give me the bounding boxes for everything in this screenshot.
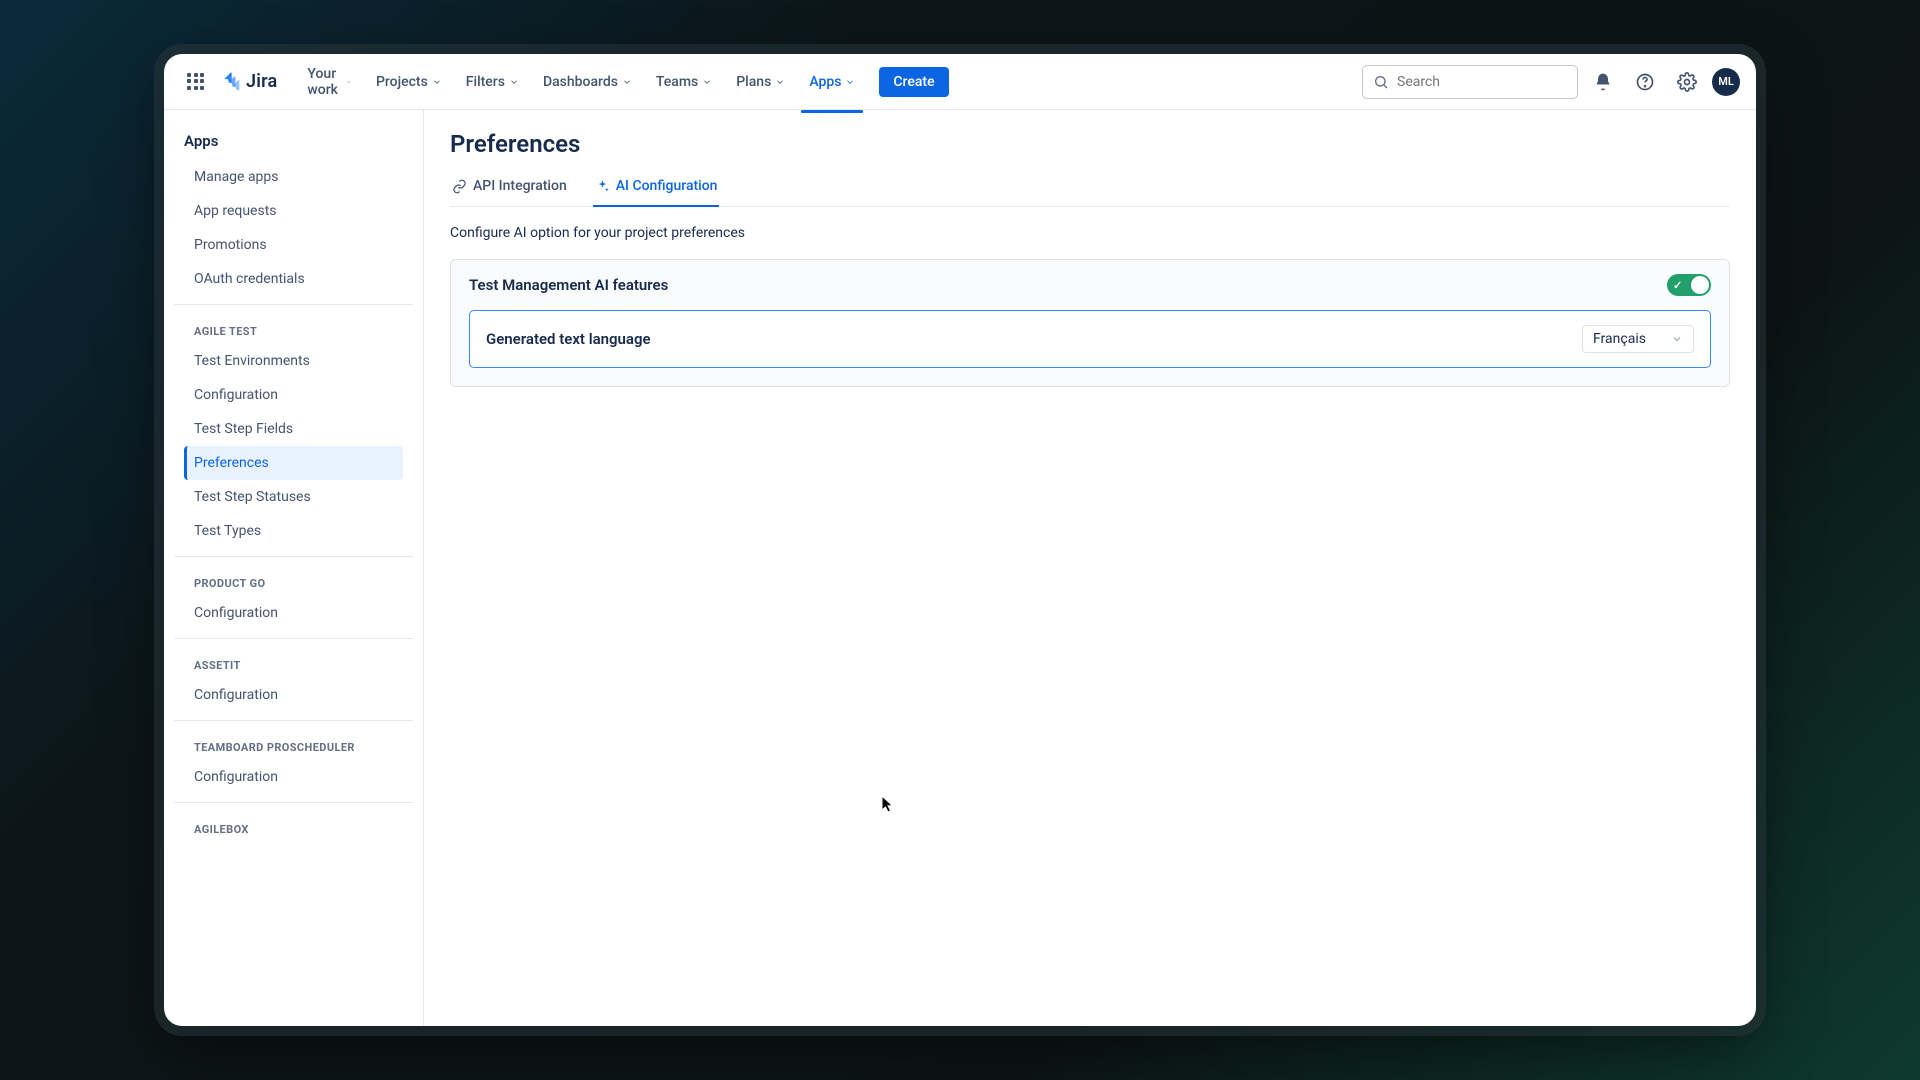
bell-icon — [1593, 72, 1613, 92]
nav-projects[interactable]: Projects — [366, 68, 452, 96]
chevron-down-icon — [509, 77, 519, 87]
sidebar-section: TEAMBOARD PROSCHEDULERConfiguration — [174, 731, 413, 803]
notifications-button[interactable] — [1586, 65, 1620, 99]
main-content: Preferences API Integration AI Configurat… — [424, 110, 1756, 1026]
create-button[interactable]: Create — [879, 67, 948, 97]
sidebar-heading: ASSETIT — [184, 649, 403, 678]
chevron-down-icon — [702, 77, 712, 87]
search-icon — [1373, 74, 1389, 90]
settings-button[interactable] — [1670, 65, 1704, 99]
jira-wordmark: Jira — [246, 71, 277, 92]
nav-your-work[interactable]: Your work — [297, 60, 362, 104]
sidebar-item-configuration[interactable]: Configuration — [184, 596, 403, 630]
sparkle-icon — [595, 179, 610, 194]
sidebar-section: ASSETITConfiguration — [174, 649, 413, 721]
sidebar-heading: AGILEBOX — [184, 813, 403, 842]
tab-ai-configuration[interactable]: AI Configuration — [593, 170, 720, 206]
sidebar-heading: TEAMBOARD PROSCHEDULER — [184, 731, 403, 760]
features-row: Test Management AI features — [451, 260, 1729, 310]
body: Apps Manage appsApp requestsPromotionsOA… — [164, 110, 1756, 1026]
ai-features-panel: Test Management AI features Generated te… — [450, 259, 1730, 387]
sidebar-item-configuration[interactable]: Configuration — [184, 760, 403, 794]
toggle-knob — [1691, 276, 1709, 294]
sidebar-item-manage-apps[interactable]: Manage apps — [184, 160, 403, 194]
language-row: Generated text language Français — [469, 310, 1711, 368]
page-description: Configure AI option for your project pre… — [450, 225, 1730, 241]
help-button[interactable] — [1628, 65, 1662, 99]
nav-apps[interactable]: Apps — [799, 68, 865, 96]
nav-dashboards[interactable]: Dashboards — [533, 68, 642, 96]
sidebar-title: Apps — [164, 126, 423, 160]
chevron-down-icon — [432, 77, 442, 87]
chevron-down-icon — [845, 77, 855, 87]
sidebar-item-test-types[interactable]: Test Types — [184, 514, 403, 548]
search-input[interactable] — [1397, 74, 1567, 90]
jira-icon — [220, 71, 242, 93]
app-switcher[interactable] — [180, 66, 212, 98]
search-input-wrapper[interactable] — [1362, 65, 1578, 99]
sidebar-item-promotions[interactable]: Promotions — [184, 228, 403, 262]
help-icon — [1635, 72, 1655, 92]
sidebar-item-app-requests[interactable]: App requests — [184, 194, 403, 228]
language-select[interactable]: Français — [1582, 325, 1694, 353]
sidebar-heading: AGILE TEST — [184, 315, 403, 344]
global-header: Jira Your workProjectsFiltersDashboardsT… — [164, 54, 1756, 110]
sidebar-heading: PRODUCT GO — [184, 567, 403, 596]
nav-teams[interactable]: Teams — [646, 68, 722, 96]
tabs: API Integration AI Configuration — [450, 170, 1730, 207]
sidebar: Apps Manage appsApp requestsPromotionsOA… — [164, 110, 424, 1026]
sidebar-apps-section: Manage appsApp requestsPromotionsOAuth c… — [174, 160, 413, 305]
jira-logo[interactable]: Jira — [220, 71, 277, 93]
features-label: Test Management AI features — [469, 276, 668, 294]
chevron-down-icon — [775, 77, 785, 87]
chevron-down-icon — [622, 77, 632, 87]
gear-icon — [1677, 72, 1697, 92]
page-title: Preferences — [450, 130, 1730, 158]
tab-api-integration[interactable]: API Integration — [450, 170, 569, 206]
sidebar-section: PRODUCT GOConfiguration — [174, 567, 413, 639]
sidebar-item-test-step-statuses[interactable]: Test Step Statuses — [184, 480, 403, 514]
sidebar-section: AGILE TESTTest EnvironmentsConfiguration… — [174, 315, 413, 557]
sidebar-item-preferences[interactable]: Preferences — [184, 446, 403, 480]
chevron-down-icon — [346, 77, 352, 87]
sidebar-item-oauth-credentials[interactable]: OAuth credentials — [184, 262, 403, 296]
language-value: Français — [1593, 331, 1646, 347]
primary-nav: Your workProjectsFiltersDashboardsTeamsP… — [297, 60, 865, 104]
apps-grid-icon — [187, 73, 205, 91]
language-label: Generated text language — [486, 330, 651, 348]
sidebar-item-test-step-fields[interactable]: Test Step Fields — [184, 412, 403, 446]
chevron-down-icon — [1671, 333, 1683, 345]
sidebar-item-configuration[interactable]: Configuration — [184, 678, 403, 712]
user-avatar[interactable]: ML — [1712, 68, 1740, 96]
nav-plans[interactable]: Plans — [726, 68, 795, 96]
app-window: Jira Your workProjectsFiltersDashboardsT… — [164, 54, 1756, 1026]
sidebar-section: AGILEBOX — [174, 813, 413, 850]
sidebar-item-configuration[interactable]: Configuration — [184, 378, 403, 412]
features-toggle[interactable] — [1667, 274, 1711, 296]
sidebar-item-test-environments[interactable]: Test Environments — [184, 344, 403, 378]
link-icon — [452, 179, 467, 194]
nav-filters[interactable]: Filters — [456, 68, 529, 96]
